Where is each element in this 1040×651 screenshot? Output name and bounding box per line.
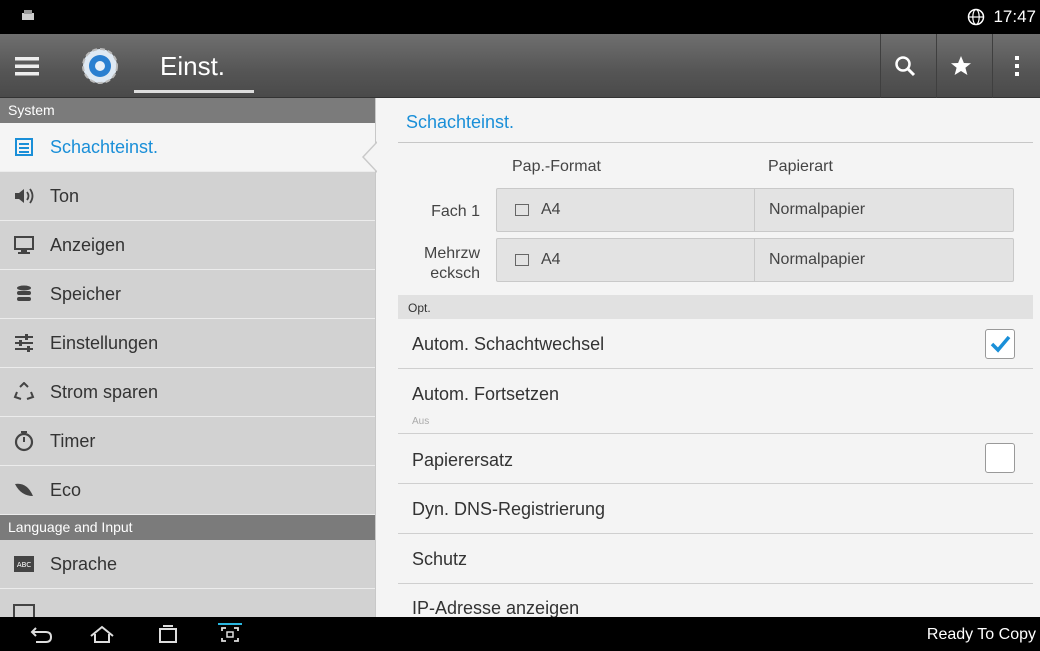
search-icon <box>894 56 915 77</box>
status-bar: 17:47 <box>0 0 1040 34</box>
leaf-icon <box>12 478 36 502</box>
menu-icon <box>15 57 39 76</box>
option-dyn-dns[interactable]: Dyn. DNS-Registrierung <box>398 484 1033 534</box>
menu-button[interactable] <box>10 48 44 84</box>
recent-apps-button[interactable] <box>150 621 186 647</box>
back-icon <box>30 627 53 643</box>
device-status: Ready To Copy <box>926 626 1036 643</box>
svg-text:ABC: ABC <box>17 561 31 569</box>
sidebar-item-sprache[interactable]: ABC Sprache <box>0 540 375 589</box>
overflow-menu-button[interactable] <box>992 34 1040 98</box>
paper-format-selector[interactable]: A4 <box>497 239 755 281</box>
sidebar-item-einstellungen[interactable]: Einstellungen <box>0 319 375 368</box>
favorites-button[interactable] <box>936 34 984 98</box>
monitor-icon <box>12 233 36 257</box>
home-icon <box>90 625 114 643</box>
overflow-menu-icon <box>1014 56 1019 76</box>
sidebar-item-label: Strom sparen <box>50 381 159 402</box>
sidebar-item-timer[interactable]: Timer <box>0 417 375 466</box>
keyboard-icon <box>12 601 36 617</box>
tray-list-icon <box>12 135 36 159</box>
star-icon <box>950 56 971 75</box>
sidebar-item-label: Ton <box>50 185 80 206</box>
speaker-icon <box>12 184 36 208</box>
screen-capture-icon <box>218 623 242 642</box>
tray-row-fach1[interactable]: A4 Normalpapier <box>496 188 1014 232</box>
option-label: Schutz <box>412 549 468 569</box>
back-button[interactable] <box>24 621 60 647</box>
sidebar-item-schachteinst[interactable]: Schachteinst. <box>0 123 375 172</box>
paper-icon <box>515 254 529 266</box>
timer-icon <box>12 429 36 453</box>
storage-icon <box>12 282 36 306</box>
tray-settings-panel: Schachteinst. Pap.-Format Papierart Fach… <box>375 98 1040 617</box>
paper-format-value: A4 <box>541 251 561 268</box>
action-bar: Einst. <box>0 34 1040 98</box>
option-show-ip[interactable]: IP-Adresse anzeigen <box>398 584 1033 617</box>
globe-icon <box>968 8 985 26</box>
search-button[interactable] <box>880 34 928 98</box>
paper-type-selector[interactable]: Normalpapier <box>755 201 865 219</box>
paper-format-value: A4 <box>541 201 561 218</box>
checkmark-icon <box>990 335 1011 353</box>
auto-tray-switch-checkbox[interactable] <box>985 329 1015 359</box>
system-nav-bar: Ready To Copy <box>0 617 1040 651</box>
title-underline <box>134 90 254 93</box>
option-label: Papierersatz <box>412 450 514 470</box>
page-title: Einst. <box>160 51 226 81</box>
paper-format-selector[interactable]: A4 <box>497 189 755 231</box>
sidebar-item-label: Speicher <box>50 283 122 304</box>
option-label: IP-Adresse anzeigen <box>412 598 580 617</box>
tray-row-mehrzwecksch[interactable]: A4 Normalpapier <box>496 238 1014 282</box>
printer-icon <box>22 10 34 20</box>
tray-label: Mehrzw ecksch <box>423 245 480 282</box>
home-button[interactable] <box>84 621 120 647</box>
selection-pointer-inner <box>364 142 378 172</box>
sidebar-item-label: Anzeigen <box>50 234 126 255</box>
option-schutz[interactable]: Schutz <box>398 534 1033 584</box>
option-label: Autom. Fortsetzen <box>412 384 560 404</box>
clock: 17:47 <box>993 7 1036 26</box>
sidebar-item-label: Sprache <box>50 553 118 574</box>
abc-keyboard-icon: ABC <box>12 552 36 576</box>
settings-gear-icon <box>82 48 118 84</box>
sidebar-item-speicher[interactable]: Speicher <box>0 270 375 319</box>
sidebar-item-partial[interactable] <box>0 589 375 617</box>
settings-sidebar: System Schachteinst. Ton Anzeigen Speich… <box>0 98 375 617</box>
sidebar-item-strom-sparen[interactable]: Strom sparen <box>0 368 375 417</box>
tray-label: Fach 1 <box>431 203 480 220</box>
section-header-language: Language and Input <box>0 515 375 540</box>
column-header-type: Papierart <box>768 158 833 175</box>
sliders-icon <box>12 331 36 355</box>
title-divider <box>398 142 1033 143</box>
section-header-system: System <box>0 98 375 123</box>
sidebar-item-eco[interactable]: Eco <box>0 466 375 515</box>
option-label: Autom. Schachtwechsel <box>412 334 605 354</box>
paper-icon <box>515 204 529 216</box>
sidebar-item-label: Eco <box>50 479 82 500</box>
screen-capture-button[interactable] <box>212 621 248 647</box>
sidebar-item-label: Einstellungen <box>50 332 159 353</box>
recent-apps-icon <box>159 625 177 643</box>
paper-substitution-checkbox[interactable] <box>985 443 1015 473</box>
sidebar-item-anzeigen[interactable]: Anzeigen <box>0 221 375 270</box>
recycle-icon <box>12 380 36 404</box>
option-auto-tray-switch[interactable]: Autom. Schachtwechsel <box>398 319 1033 369</box>
paper-type-value: Normalpapier <box>769 251 866 268</box>
paper-type-selector[interactable]: Normalpapier <box>755 251 865 269</box>
paper-type-value: Normalpapier <box>769 201 866 218</box>
option-paper-substitution[interactable]: Papierersatz <box>398 434 1033 484</box>
option-label: Dyn. DNS-Registrierung <box>412 499 606 519</box>
options-header: Opt. <box>398 295 1033 319</box>
sidebar-item-label: Schachteinst. <box>50 136 159 157</box>
sidebar-item-label: Timer <box>50 430 96 451</box>
panel-title: Schachteinst. <box>406 112 515 132</box>
column-header-format: Pap.-Format <box>512 158 601 175</box>
option-sub-value: Aus <box>412 416 430 427</box>
sidebar-item-ton[interactable]: Ton <box>0 172 375 221</box>
option-auto-continue[interactable]: Autom. Fortsetzen Aus <box>398 369 1033 434</box>
